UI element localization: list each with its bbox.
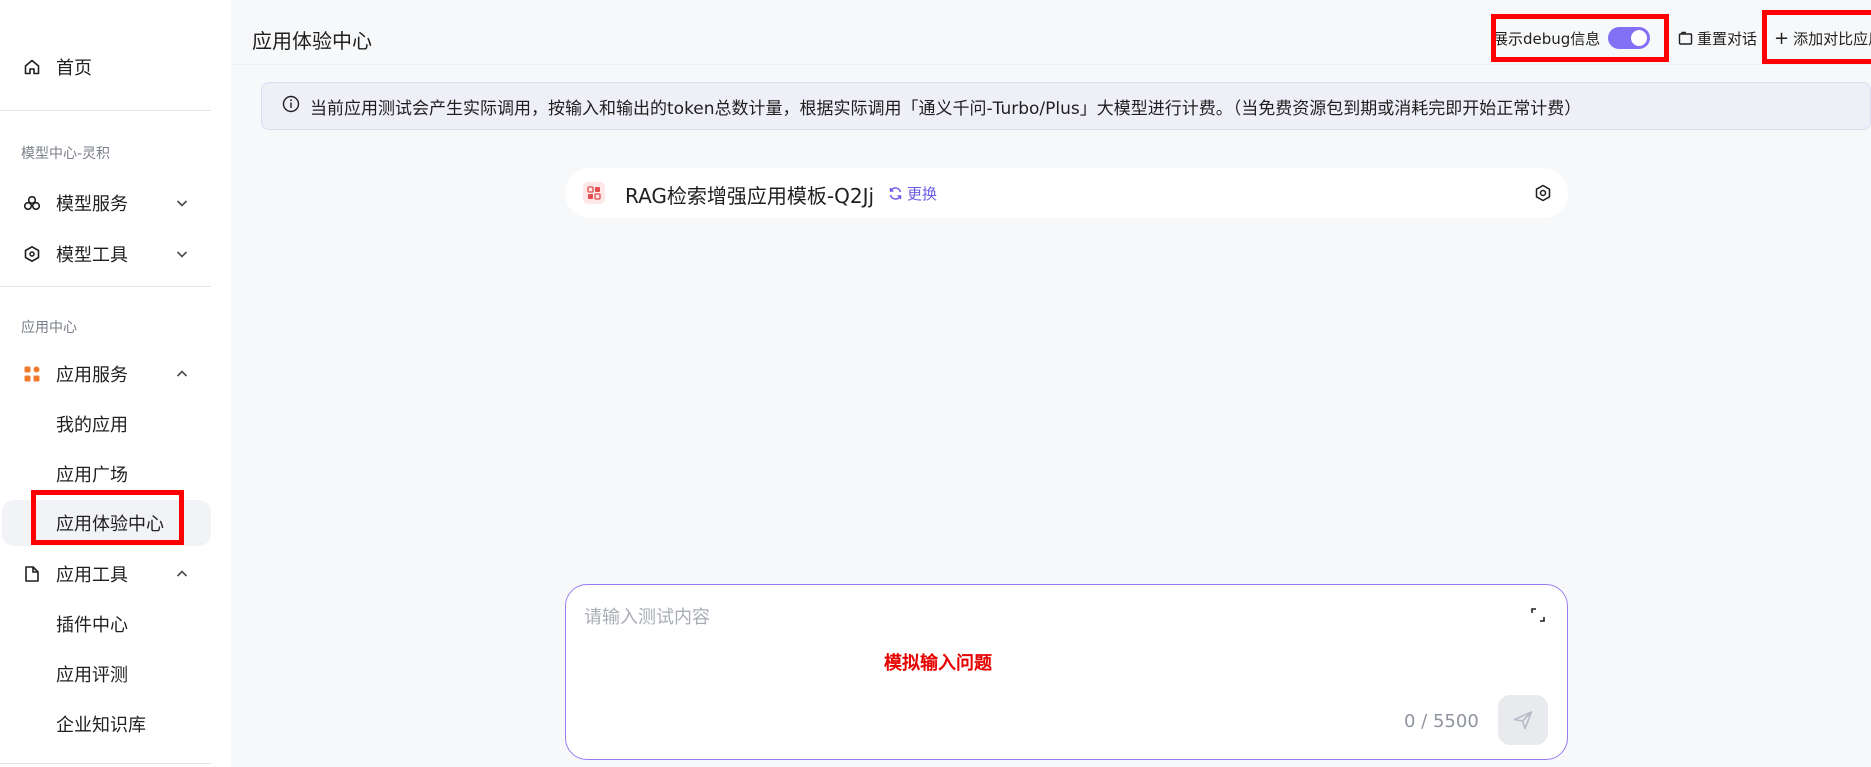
change-label: 更换 [907, 185, 938, 203]
expand-button[interactable] [1528, 605, 1548, 625]
plus-icon: + [1774, 28, 1790, 49]
app-tools-icon [22, 564, 42, 584]
app-icon [583, 182, 605, 204]
notice-text: 当前应用测试会产生实际调用，按输入和输出的token总数计量，根据实际调用「通义… [310, 98, 1582, 119]
reset-conversation-button[interactable]: 重置对话 [1678, 28, 1757, 49]
sidebar-item-app-service[interactable]: 应用服务 [0, 351, 231, 397]
sidebar-divider [0, 286, 211, 287]
toggle-knob [1631, 30, 1648, 46]
change-app-button[interactable]: 更换 [888, 183, 937, 204]
sidebar-item-label: 模型服务 [56, 194, 128, 215]
sidebar-item-model-service[interactable]: 模型服务 [0, 180, 231, 226]
sidebar-item-plugin-center[interactable]: 插件中心 [0, 601, 231, 647]
sidebar-item-label: 模型工具 [56, 245, 128, 266]
settings-button[interactable] [1533, 183, 1553, 203]
app-name: RAG检索增强应用模板-Q2Jj [625, 184, 875, 208]
sidebar-item-label: 应用工具 [56, 565, 128, 586]
model-tools-icon [22, 244, 42, 264]
chevron-up-icon [172, 364, 192, 384]
page-header: 应用体验中心 展示debug信息 重置对话 + 添加对比应用 [231, 10, 1871, 65]
settings-icon [1535, 184, 1551, 202]
sidebar-item-label: 插件中心 [56, 615, 128, 636]
sidebar-item-my-apps[interactable]: 我的应用 [0, 401, 231, 447]
info-icon [282, 95, 300, 117]
sidebar-item-app-square[interactable]: 应用广场 [0, 451, 231, 497]
annotation-simulated-question: 模拟输入问题 [884, 653, 992, 674]
char-counter: 0 / 5500 [1404, 711, 1479, 732]
section-label-app: 应用中心 [21, 320, 77, 336]
model-service-icon [22, 193, 42, 213]
refresh-icon [889, 187, 902, 200]
app-selector-card: RAG检索增强应用模板-Q2Jj 更换 [565, 168, 1568, 218]
page-title: 应用体验中心 [252, 29, 372, 53]
sidebar-item-home[interactable]: 首页 [0, 44, 231, 90]
sidebar-item-label: 应用广场 [56, 465, 128, 486]
chevron-down-icon [172, 193, 192, 213]
chevron-up-icon [172, 564, 192, 584]
section-label-model: 模型中心-灵积 [21, 146, 111, 162]
sidebar-item-label: 首页 [56, 58, 92, 79]
debug-label: 展示debug信息 [1493, 29, 1601, 48]
add-compare-label: 添加对比应用 [1793, 30, 1871, 48]
sidebar-divider [0, 110, 211, 111]
sidebar: 首页 模型中心-灵积 模型服务 模型工具 应用中心 应用服务 我的应用 应用广场… [0, 0, 231, 767]
sidebar-item-app-tools[interactable]: 应用工具 [0, 551, 231, 597]
sidebar-item-label: 我的应用 [56, 415, 128, 436]
add-compare-app-button[interactable]: + 添加对比应用 [1774, 28, 1871, 49]
debug-toggle[interactable] [1608, 27, 1651, 49]
sidebar-item-app-experience[interactable]: 应用体验中心 [2, 500, 211, 546]
debug-toggle-group: 展示debug信息 [1493, 25, 1651, 51]
sidebar-divider [0, 763, 211, 764]
sidebar-item-label: 应用体验中心 [56, 514, 164, 535]
expand-icon [1531, 608, 1545, 622]
sidebar-item-model-tools[interactable]: 模型工具 [0, 231, 231, 277]
sidebar-item-label: 企业知识库 [56, 715, 146, 736]
send-button[interactable] [1498, 695, 1548, 745]
sidebar-item-label: 应用评测 [56, 665, 128, 686]
billing-notice: 当前应用测试会产生实际调用，按输入和输出的token总数计量，根据实际调用「通义… [261, 82, 1871, 130]
chat-input-box: 模拟输入问题 0 / 5500 [565, 584, 1568, 760]
sidebar-item-label: 应用服务 [56, 365, 128, 386]
send-icon [1513, 711, 1533, 730]
sidebar-item-app-evaluation[interactable]: 应用评测 [0, 651, 231, 697]
chevron-down-icon [172, 244, 192, 264]
reset-icon [1678, 31, 1693, 45]
app-service-icon [22, 364, 42, 384]
home-icon [22, 57, 42, 77]
sidebar-item-enterprise-kb[interactable]: 企业知识库 [0, 701, 231, 747]
reset-label: 重置对话 [1697, 30, 1758, 48]
test-content-input[interactable] [584, 603, 1484, 643]
